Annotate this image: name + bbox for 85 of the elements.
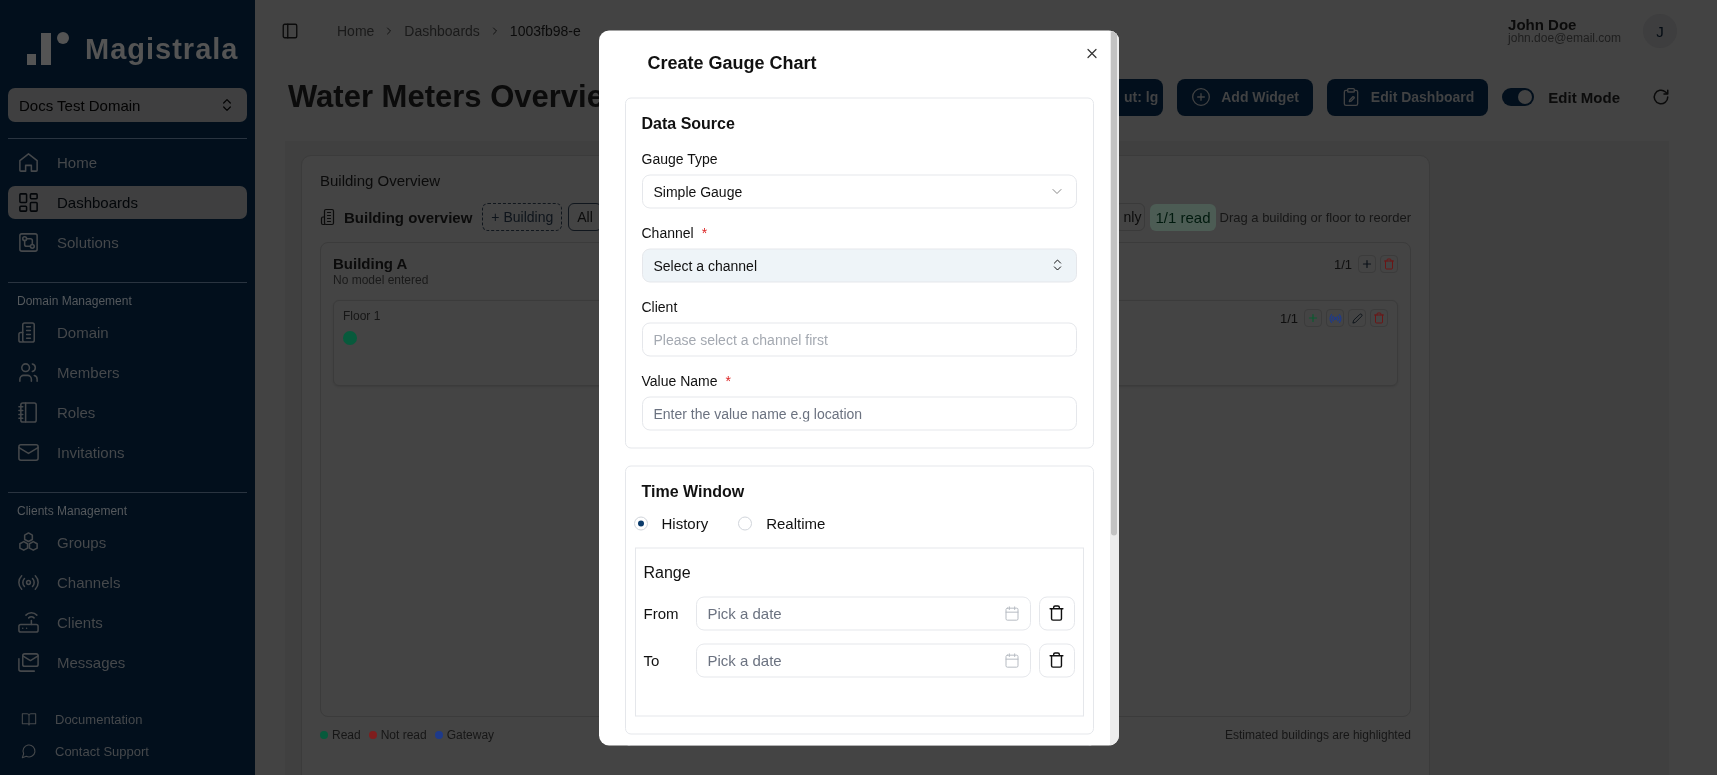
section-title: Data Source xyxy=(641,114,736,132)
sidebar-item[interactable]: Messages xyxy=(8,646,247,679)
dialog-title: Create Gauge Chart xyxy=(647,51,817,75)
input-field[interactable]: Enter the value name e.g location xyxy=(641,396,1077,430)
user-name: John Doe xyxy=(1508,17,1578,32)
date-label: To xyxy=(643,651,661,669)
envelope-icon xyxy=(17,441,40,464)
sidebar-toggle-icon[interactable] xyxy=(281,22,299,40)
date-label: From xyxy=(643,604,680,622)
radio-label: Realtime xyxy=(766,514,826,532)
notebook-icon xyxy=(17,401,40,424)
sidebar-item[interactable]: Home xyxy=(8,146,247,179)
radio-label: History xyxy=(661,514,709,532)
refresh-icon[interactable] xyxy=(1652,88,1670,106)
section-heading: Building overview xyxy=(344,208,473,226)
section-heading: Clients Management xyxy=(16,504,129,518)
chat-icon xyxy=(21,743,37,759)
users-icon xyxy=(17,361,40,384)
sidebar-item[interactable]: Invitations xyxy=(8,436,247,469)
clear-date-button[interactable] xyxy=(1038,596,1075,630)
calendar-icon xyxy=(1003,605,1020,621)
toolbar-button[interactable]: Edit Dashboard xyxy=(1326,78,1489,116)
filter-button[interactable]: All xyxy=(568,203,602,231)
trash-icon xyxy=(1373,312,1385,324)
field-label: Value Name xyxy=(641,372,718,388)
date-field[interactable]: Pick a date xyxy=(695,596,1031,630)
sidebar-item[interactable]: Domain xyxy=(8,316,247,349)
plus-icon xyxy=(1361,258,1373,270)
building-name: Building A xyxy=(333,255,409,272)
range-title: Range xyxy=(643,563,692,581)
sidebar-item[interactable]: Solutions xyxy=(8,226,247,259)
sidebar-item[interactable]: Dashboards xyxy=(8,186,247,219)
sidebar-link[interactable]: Contact Support xyxy=(8,741,247,761)
book-icon xyxy=(21,711,37,727)
plus-icon xyxy=(1307,312,1319,324)
channel-combobox[interactable]: Select a channel xyxy=(641,248,1077,282)
user-avatar[interactable]: J xyxy=(1643,14,1677,48)
logo-icon xyxy=(27,31,71,67)
switch-label: Edit Mode xyxy=(1548,88,1620,106)
required-mark: * xyxy=(701,224,708,240)
read-badge: 1/1 read xyxy=(1150,203,1216,231)
sidebar-item[interactable]: Roles xyxy=(8,396,247,429)
logo-text: Magistrala xyxy=(85,32,239,66)
broadcast-icon xyxy=(1328,311,1342,325)
field-label: Gauge Type xyxy=(641,150,718,166)
delete-button[interactable] xyxy=(1380,255,1398,273)
gateway-button[interactable] xyxy=(1326,309,1344,327)
calendar-icon xyxy=(1003,652,1020,668)
add-floor-button[interactable] xyxy=(1358,255,1376,273)
cubes-icon xyxy=(17,531,40,554)
scrollbar-thumb[interactable] xyxy=(1110,30,1117,535)
section-title: Time Window xyxy=(641,482,746,500)
envelope-icon xyxy=(17,651,40,674)
meter-dot[interactable] xyxy=(343,331,357,345)
sidebar-link[interactable]: Documentation xyxy=(8,709,247,729)
sidebar-item[interactable]: Channels xyxy=(8,566,247,599)
trash-icon xyxy=(1048,604,1065,622)
edit-mode-switch[interactable] xyxy=(1502,88,1535,106)
domain-selector[interactable]: Docs Test Domain xyxy=(8,88,247,122)
scrollbar[interactable] xyxy=(1109,30,1119,745)
grid-icon xyxy=(17,191,40,214)
clear-date-button[interactable] xyxy=(1038,643,1075,677)
field-label: Client xyxy=(641,298,678,314)
trash-icon xyxy=(1383,258,1395,270)
select-field[interactable]: Simple Gauge xyxy=(641,174,1077,208)
toolbar-button[interactable]: Add Widget xyxy=(1177,78,1313,116)
trash-icon xyxy=(1048,651,1065,669)
add-meter-button[interactable] xyxy=(1304,309,1322,327)
pencil-icon xyxy=(1351,312,1363,324)
section-heading: Domain Management xyxy=(16,294,133,308)
router-icon xyxy=(17,611,40,634)
plus-circle-icon xyxy=(1191,87,1212,107)
edit-button[interactable] xyxy=(1348,309,1366,327)
required-mark: * xyxy=(725,372,731,388)
sidebar-item[interactable]: Clients xyxy=(8,606,247,639)
home-icon xyxy=(17,151,40,174)
sidebar-item[interactable]: Members xyxy=(8,356,247,389)
field-label: Channel xyxy=(641,224,694,240)
page-title: Water Meters Overvie xyxy=(288,79,604,115)
date-field[interactable]: Pick a date xyxy=(695,643,1031,677)
flow-icon xyxy=(17,231,40,254)
breadcrumb-current: 1003fb98-e xyxy=(509,23,581,39)
delete-button[interactable] xyxy=(1370,309,1388,327)
sidebar-item[interactable]: Groups xyxy=(8,526,247,559)
widget-title: Building Overview xyxy=(320,172,442,189)
